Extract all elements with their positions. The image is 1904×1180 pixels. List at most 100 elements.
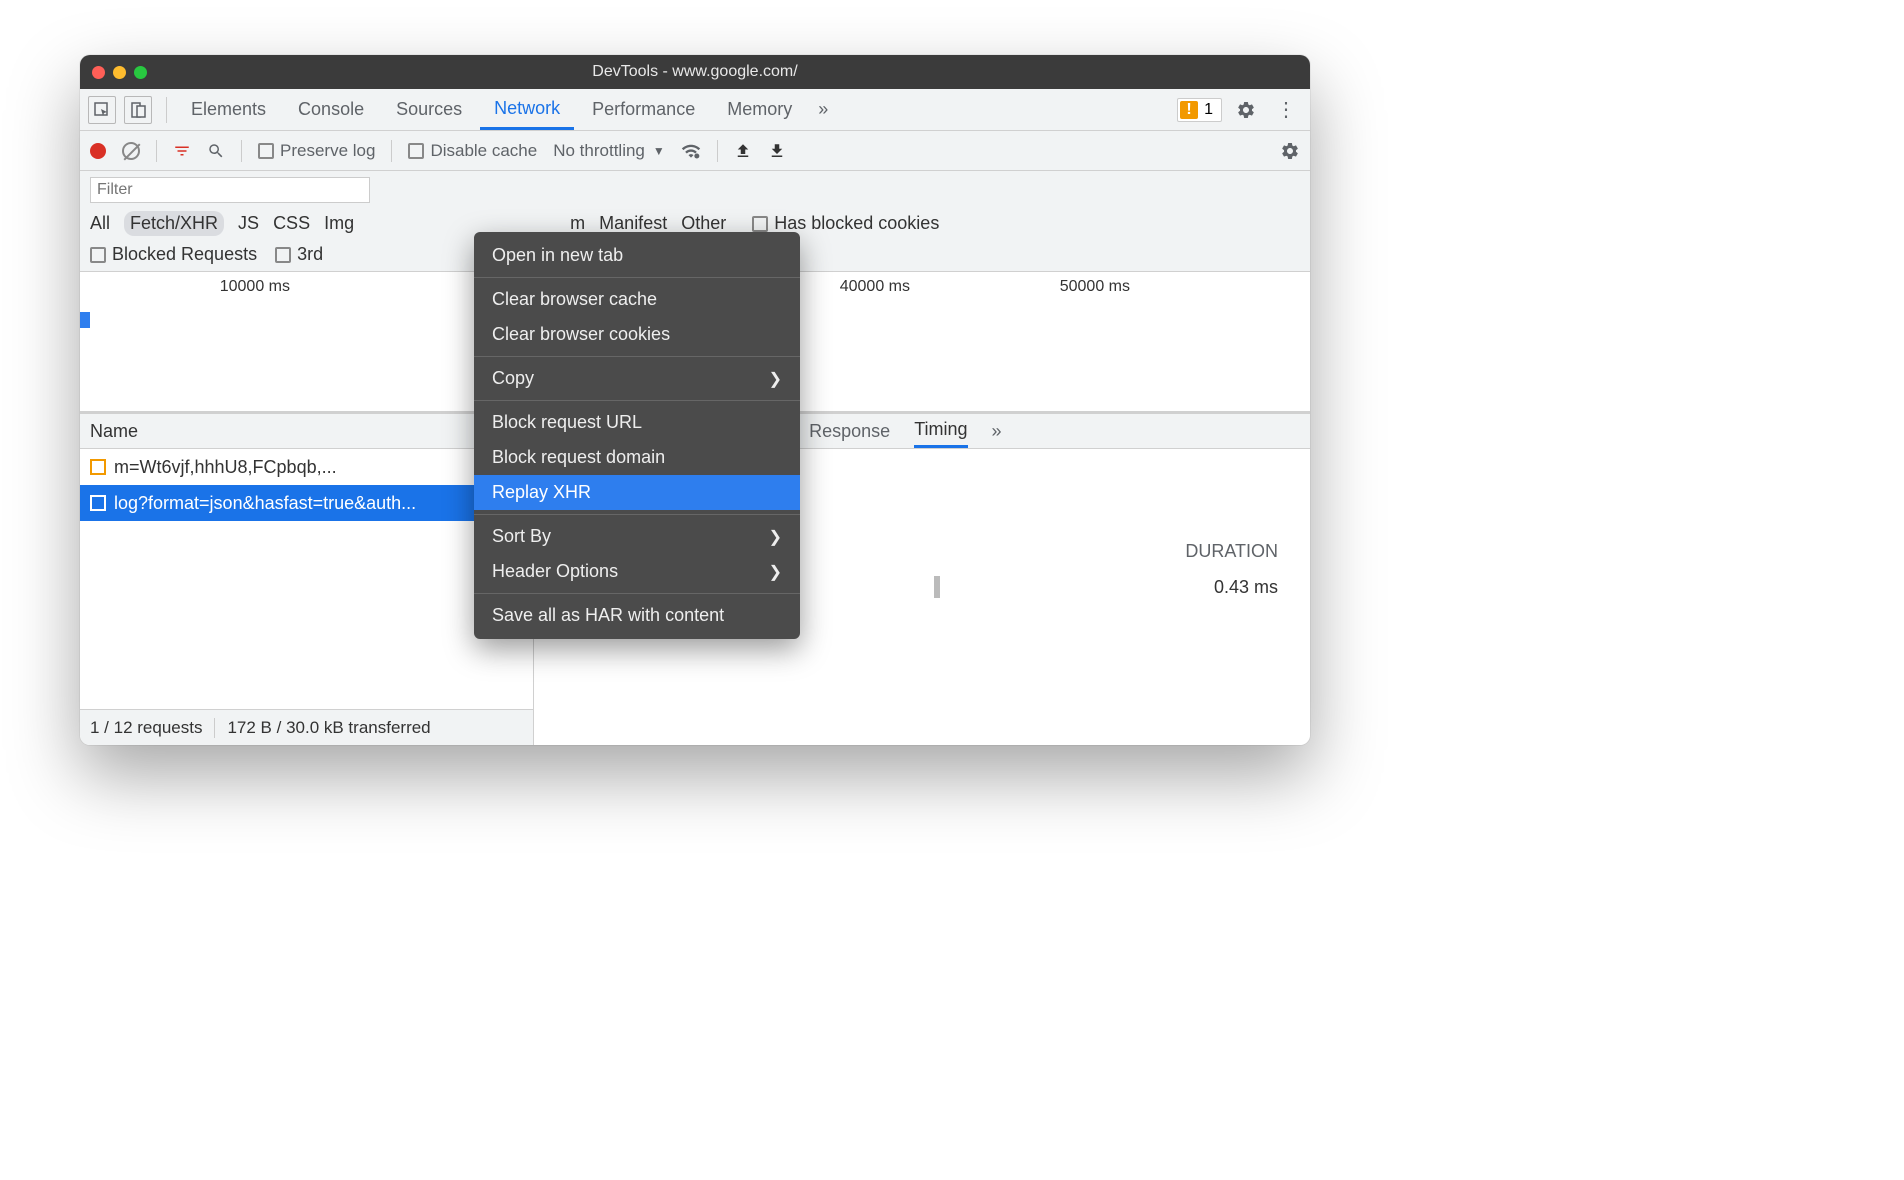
more-tabs-icon[interactable]: »	[810, 99, 836, 120]
menu-header-options[interactable]: Header Options ❯	[474, 554, 800, 589]
request-rows: m=Wt6vjf,hhhU8,FCpbqb,... log?format=jso…	[80, 449, 533, 709]
menu-label: Clear browser cookies	[492, 324, 670, 345]
menu-block-request-domain[interactable]: Block request domain	[474, 440, 800, 475]
request-name: m=Wt6vjf,hhhU8,FCpbqb,...	[114, 457, 337, 478]
inspect-element-icon[interactable]	[88, 96, 116, 124]
menu-block-request-url[interactable]: Block request URL	[474, 405, 800, 440]
third-party-check[interactable]: 3rd	[275, 244, 323, 265]
checkbox-icon	[752, 216, 768, 232]
queueing-value: 0.43 ms	[1214, 577, 1278, 598]
filter-type-js[interactable]: JS	[238, 213, 259, 234]
settings-gear-icon[interactable]	[1226, 100, 1266, 120]
divider	[241, 140, 242, 162]
menu-label: Open in new tab	[492, 245, 623, 266]
script-icon	[90, 459, 106, 475]
menu-label: Replay XHR	[492, 482, 591, 503]
menu-label: Header Options	[492, 561, 618, 582]
kebab-menu-icon[interactable]: ⋮	[1270, 97, 1302, 122]
tab-elements[interactable]: Elements	[177, 89, 280, 130]
has-blocked-cookies-check[interactable]: Has blocked cookies	[752, 213, 939, 234]
main-tabs: Elements Console Sources Network Perform…	[80, 89, 1310, 131]
tab-console[interactable]: Console	[284, 89, 378, 130]
queueing-bar	[934, 576, 940, 598]
has-blocked-cookies-label: Has blocked cookies	[774, 213, 939, 234]
more-tabs-icon[interactable]: »	[992, 421, 1002, 442]
throttling-select[interactable]: No throttling ▼	[553, 141, 665, 161]
disable-cache-check[interactable]: Disable cache	[408, 141, 537, 161]
third-party-label: 3rd	[297, 244, 323, 265]
tab-timing[interactable]: Timing	[914, 414, 967, 448]
network-conditions-icon[interactable]	[681, 141, 701, 161]
clear-button[interactable]	[122, 142, 140, 160]
export-har-icon[interactable]	[768, 142, 786, 160]
network-toolbar: Preserve log Disable cache No throttling…	[80, 131, 1310, 171]
import-har-icon[interactable]	[734, 142, 752, 160]
blocked-requests-label: Blocked Requests	[112, 244, 257, 265]
menu-sort-by[interactable]: Sort By❯	[474, 519, 800, 554]
separator	[474, 400, 800, 401]
menu-replay-xhr[interactable]: Replay XHR	[474, 475, 800, 510]
duration-label: DURATION	[1185, 541, 1278, 562]
menu-label: Block request domain	[492, 447, 665, 468]
divider	[166, 97, 167, 123]
blocked-requests-check[interactable]: Blocked Requests	[90, 244, 257, 265]
network-settings-gear-icon[interactable]	[1280, 141, 1300, 161]
tab-network[interactable]: Network	[480, 89, 574, 130]
request-row-selected[interactable]: log?format=json&hasfast=true&auth...	[80, 485, 533, 521]
tab-performance[interactable]: Performance	[578, 89, 709, 130]
caret-down-icon: ▼	[653, 144, 665, 158]
filter-input[interactable]	[90, 177, 370, 203]
menu-open-in-new-tab[interactable]: Open in new tab	[474, 238, 800, 273]
chevron-right-icon: ❯	[769, 369, 782, 389]
filter-type-all[interactable]: All	[90, 213, 110, 234]
request-name: log?format=json&hasfast=true&auth...	[114, 493, 416, 514]
tab-response[interactable]: Response	[809, 421, 890, 442]
filter-type-other[interactable]: Other	[681, 213, 726, 234]
tab-memory[interactable]: Memory	[713, 89, 806, 130]
timeline-mark: 10000 ms	[80, 278, 300, 296]
menu-label: Clear browser cache	[492, 289, 657, 310]
menu-label: Block request URL	[492, 412, 642, 433]
filter-type-css[interactable]: CSS	[273, 213, 310, 234]
filter-toggle-icon[interactable]	[173, 142, 191, 160]
separator	[474, 514, 800, 515]
request-list-panel: Name m=Wt6vjf,hhhU8,FCpbqb,... log?forma…	[80, 413, 534, 745]
divider	[214, 718, 215, 738]
titlebar: DevTools - www.google.com/	[80, 55, 1310, 89]
issues-count: 1	[1204, 101, 1213, 119]
record-button[interactable]	[90, 143, 106, 159]
checkbox-icon	[90, 247, 106, 263]
filter-type-img[interactable]: Img	[324, 213, 354, 234]
status-bar: 1 / 12 requests 172 B / 30.0 kB transfer…	[80, 709, 533, 745]
request-row[interactable]: m=Wt6vjf,hhhU8,FCpbqb,...	[80, 449, 533, 485]
separator	[474, 593, 800, 594]
menu-save-all-as-har[interactable]: Save all as HAR with content	[474, 598, 800, 633]
preserve-log-label: Preserve log	[280, 141, 375, 161]
separator	[474, 277, 800, 278]
tab-sources[interactable]: Sources	[382, 89, 476, 130]
filter-type-manifest[interactable]: Manifest	[599, 213, 667, 234]
search-icon[interactable]	[207, 142, 225, 160]
filter-type-fetch-xhr[interactable]: Fetch/XHR	[124, 211, 224, 236]
xhr-icon	[90, 495, 106, 511]
chevron-right-icon: ❯	[769, 562, 782, 582]
issues-badge[interactable]: ! 1	[1177, 98, 1222, 122]
context-menu: Open in new tab Clear browser cache Clea…	[474, 232, 800, 639]
menu-copy[interactable]: Copy ❯	[474, 361, 800, 396]
timeline-request-marker	[80, 312, 90, 328]
device-toggle-icon[interactable]	[124, 96, 152, 124]
menu-label: Save all as HAR with content	[492, 605, 724, 626]
disable-cache-label: Disable cache	[430, 141, 537, 161]
name-column-header[interactable]: Name	[80, 413, 533, 449]
menu-label: Copy	[492, 368, 534, 389]
menu-label: Sort By	[492, 526, 551, 547]
filter-type-wasm[interactable]: m	[570, 213, 585, 234]
timeline-mark: 50000 ms	[920, 278, 1140, 296]
checkbox-icon	[258, 143, 274, 159]
menu-clear-browser-cache[interactable]: Clear browser cache	[474, 282, 800, 317]
divider	[717, 140, 718, 162]
menu-clear-browser-cookies[interactable]: Clear browser cookies	[474, 317, 800, 352]
throttling-label: No throttling	[553, 141, 645, 161]
preserve-log-check[interactable]: Preserve log	[258, 141, 375, 161]
checkbox-icon	[275, 247, 291, 263]
